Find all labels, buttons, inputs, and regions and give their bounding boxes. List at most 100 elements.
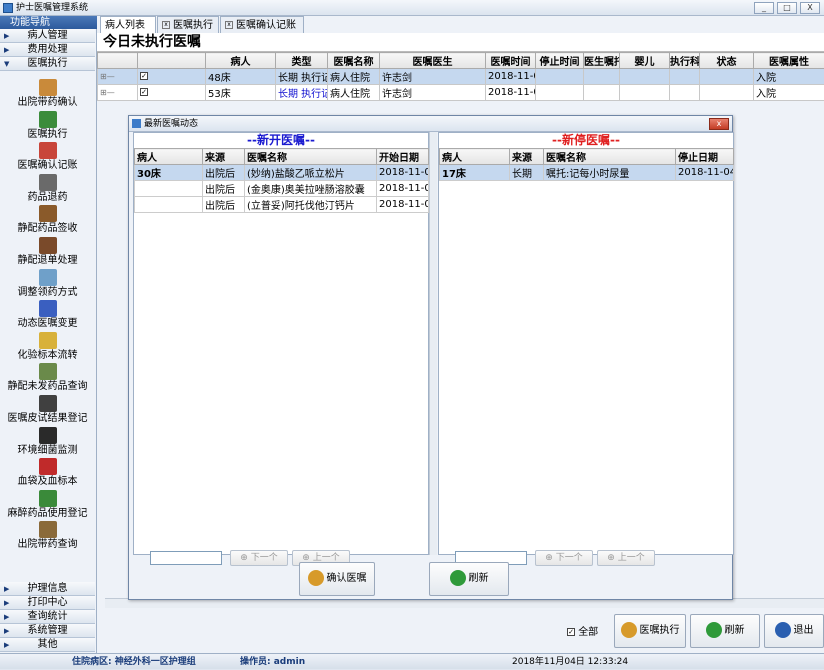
- execute-order-button[interactable]: 医嘱执行: [614, 614, 686, 648]
- row-expander[interactable]: ⊞—: [98, 85, 138, 101]
- column-header[interactable]: 停止时间: [536, 53, 584, 69]
- column-header[interactable]: 类型: [276, 53, 328, 69]
- tool-item[interactable]: 血袋及血标本: [0, 458, 95, 489]
- tab-label: 医嘱确认记账: [236, 20, 296, 31]
- tool-item[interactable]: 医嘱执行: [0, 111, 95, 142]
- tool-item[interactable]: 药品退药: [0, 174, 95, 205]
- tab-order-execute[interactable]: x医嘱执行: [157, 16, 219, 33]
- tool-item[interactable]: 麻醉药品使用登记: [0, 490, 95, 521]
- row-checkbox-cell[interactable]: ✓: [138, 69, 206, 85]
- confirm-order-button[interactable]: 确认医嘱: [299, 562, 375, 596]
- tab-order-confirm[interactable]: x医嘱确认记账: [220, 16, 304, 33]
- column-header[interactable]: 状态: [700, 53, 754, 69]
- close-icon[interactable]: x: [225, 21, 233, 29]
- minimize-button[interactable]: _: [754, 2, 774, 14]
- tab-label: 病人列表: [105, 20, 145, 31]
- tool-item[interactable]: 静配退单处理: [0, 237, 95, 268]
- arrow-icon: ▶: [4, 43, 9, 57]
- column-header[interactable]: 停止日期: [676, 149, 734, 165]
- column-header[interactable]: 执行科室: [670, 53, 700, 69]
- column-header[interactable]: 开始日期: [377, 149, 429, 165]
- cell-source: 出院后: [203, 181, 245, 197]
- column-header[interactable]: 医生嘱托: [584, 53, 620, 69]
- cell-date: 2018-11-04: [377, 181, 429, 197]
- nav-item-label: 打印中心: [28, 597, 68, 608]
- tool-item[interactable]: 化验标本流转: [0, 332, 95, 363]
- nav-item-label: 其他: [38, 639, 58, 650]
- tool-item[interactable]: 静配未发药品查询: [0, 363, 95, 394]
- exit-label: 退出: [794, 625, 814, 636]
- tool-item[interactable]: 出院带药查询: [0, 521, 95, 552]
- row-checkbox-cell[interactable]: ✓: [138, 85, 206, 101]
- column-header[interactable]: 医嘱时间: [486, 53, 536, 69]
- all-checkbox[interactable]: ✓: [567, 628, 575, 636]
- dialog-close-button[interactable]: x: [709, 118, 729, 130]
- column-header[interactable]: 来源: [510, 149, 544, 165]
- latest-orders-dialog: 最新医嘱动态 x --新开医嘱-- 病人来源医嘱名称开始日期 30床出院后(妙纳…: [128, 115, 733, 600]
- row-checkbox[interactable]: ✓: [140, 72, 148, 80]
- return-document-icon: [39, 237, 57, 254]
- nav-item[interactable]: ▶查询统计: [0, 610, 95, 624]
- nav-item[interactable]: ▶费用处理: [0, 43, 95, 57]
- column-header[interactable]: 医嘱名称: [328, 53, 380, 69]
- nav-item[interactable]: ▶系统管理: [0, 624, 95, 638]
- list-item[interactable]: 30床出院后(妙纳)盐酸乙哌立松片2018-11-04: [135, 165, 429, 181]
- tool-item-label: 药品退药: [0, 191, 95, 204]
- column-header[interactable]: 医嘱属性: [754, 53, 824, 69]
- table-row[interactable]: ⊞—✓53床长期 执行记账病人住院许志剑2018-11-04 11:44:15入…: [98, 85, 824, 101]
- tool-item[interactable]: 静配药品签收: [0, 205, 95, 236]
- close-icon[interactable]: x: [162, 21, 170, 29]
- column-header[interactable]: 来源: [203, 149, 245, 165]
- tool-item[interactable]: 医嘱确认记账: [0, 142, 95, 173]
- stopped-orders-next-button[interactable]: ⊕ 下一个: [535, 550, 593, 566]
- row-expander[interactable]: ⊞—: [98, 69, 138, 85]
- nav-item[interactable]: ▶打印中心: [0, 596, 95, 610]
- tool-item[interactable]: 出院带药确认: [0, 79, 95, 110]
- table-row[interactable]: ⊞—✓48床长期 执行记账病人住院许志剑2018-11-04 11:42:46入…: [98, 69, 824, 85]
- column-header[interactable]: 婴儿: [620, 53, 670, 69]
- exit-button[interactable]: 退出: [764, 614, 824, 648]
- nav-item[interactable]: ▶病人管理: [0, 29, 95, 43]
- column-header[interactable]: 病人: [135, 149, 203, 165]
- nav-item[interactable]: ▼医嘱执行: [0, 57, 95, 71]
- cell-doctor: 许志剑: [380, 69, 486, 85]
- column-header[interactable]: 医嘱名称: [544, 149, 676, 165]
- new-orders-page-input[interactable]: [150, 551, 222, 565]
- cell-doctor: 许志剑: [380, 85, 486, 101]
- column-header[interactable]: 病人: [206, 53, 276, 69]
- column-header[interactable]: 病人: [440, 149, 510, 165]
- tab-patient-list[interactable]: 病人列表: [100, 16, 156, 33]
- document-check-icon: [39, 111, 57, 128]
- tool-item[interactable]: 动态医嘱变更: [0, 300, 95, 331]
- maximize-button[interactable]: □: [777, 2, 797, 14]
- left-panel-scrollbar[interactable]: [429, 132, 437, 555]
- status-operator: 操作员: admin: [240, 654, 305, 670]
- column-header[interactable]: 医嘱名称: [245, 149, 377, 165]
- tool-item[interactable]: 医嘱皮试结果登记: [0, 395, 95, 426]
- cell-type: 长期 执行记账: [276, 69, 328, 85]
- tool-item-label: 出院带药确认: [0, 96, 95, 109]
- tool-item[interactable]: 环境细菌监测: [0, 427, 95, 458]
- notebook-icon: [39, 300, 57, 317]
- status-datetime: 2018年11月04日 12:33:24: [512, 654, 628, 670]
- new-orders-next-button[interactable]: ⊕ 下一个: [230, 550, 288, 566]
- stopped-orders-prev-button[interactable]: ⊕ 上一个: [597, 550, 655, 566]
- chart-icon: [39, 142, 57, 159]
- dialog-title-bar: 最新医嘱动态 x: [129, 116, 732, 132]
- refresh-button[interactable]: 刷新: [690, 614, 760, 648]
- row-checkbox[interactable]: ✓: [140, 88, 148, 96]
- cell-dept: [670, 85, 700, 101]
- list-item[interactable]: 出院后(金奥康)奥美拉唑肠溶胶囊2018-11-04: [135, 181, 429, 197]
- refresh-icon: [706, 622, 722, 638]
- list-item[interactable]: 17床长期嘱托:记每小时尿量2018-11-04: [440, 165, 734, 181]
- nav-item[interactable]: ▶其他: [0, 638, 95, 652]
- nav-item-label: 病人管理: [28, 30, 68, 41]
- all-toggle[interactable]: ✓ 全部: [567, 626, 598, 640]
- tool-item[interactable]: 调整领药方式: [0, 269, 95, 300]
- column-header[interactable]: 医嘱医生: [380, 53, 486, 69]
- dialog-refresh-button[interactable]: 刷新: [429, 562, 509, 596]
- list-item[interactable]: 出院后(立普妥)阿托伐他汀钙片2018-11-04: [135, 197, 429, 213]
- nav-item[interactable]: ▶护理信息: [0, 582, 95, 596]
- cell-time: 2018-11-04 11:42:46: [486, 69, 536, 85]
- close-button[interactable]: X: [800, 2, 820, 14]
